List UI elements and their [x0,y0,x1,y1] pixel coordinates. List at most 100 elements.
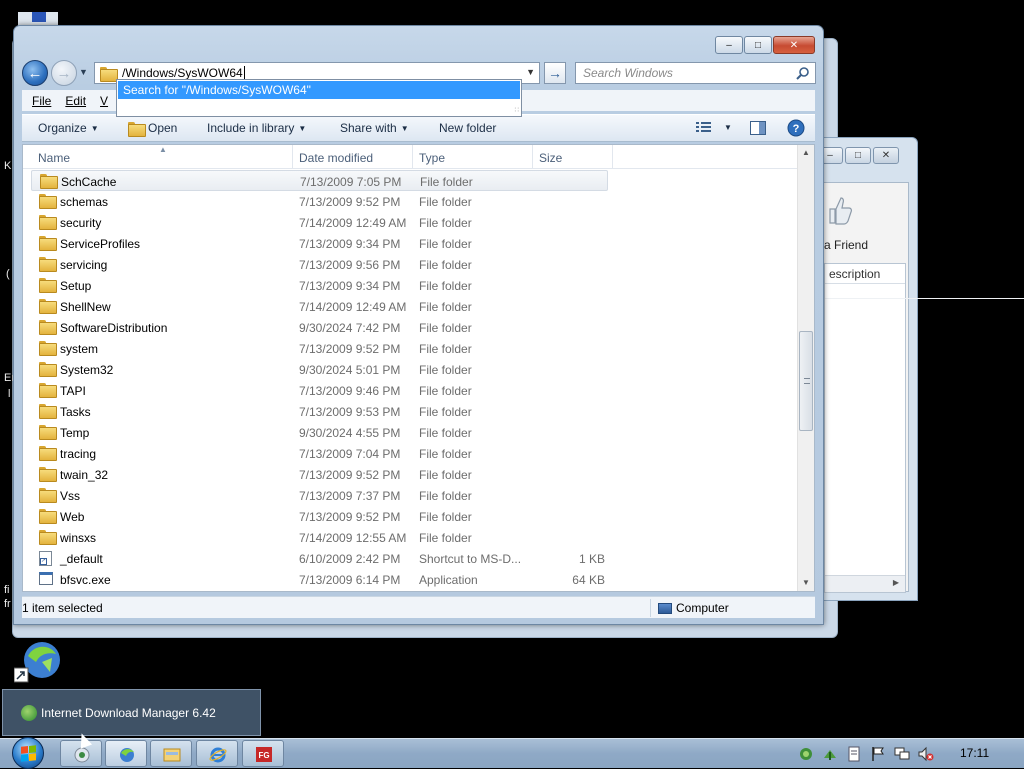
chevron-down-icon: ▼ [90,123,99,133]
application-icon [39,572,55,586]
file-row[interactable]: SchCache 7/13/2009 7:05 PM File folder [31,170,608,191]
column-type[interactable]: Type [419,151,445,165]
scroll-right-icon[interactable]: ▶ [893,578,899,587]
change-view-button[interactable]: ▼ [696,121,732,133]
file-row[interactable]: System32 9/30/2024 5:01 PM File folder [23,359,603,380]
taskbar-idm[interactable] [105,740,147,767]
suggestion-item[interactable]: Search for "/Windows/SysWOW64" [118,81,520,99]
recent-pages-dropdown-icon[interactable]: ▼ [79,67,88,77]
file-name: ServiceProfiles [60,237,141,251]
column-name[interactable]: Name [38,151,70,165]
back-button[interactable]: ← [22,60,48,86]
open-button[interactable]: Open [128,121,177,137]
file-row[interactable]: Tasks 7/13/2009 9:53 PM File folder [23,401,603,422]
file-name: ShellNew [60,300,111,314]
file-type: File folder [419,447,472,461]
network-monitor-icon[interactable] [894,746,910,762]
action-center-flag-icon[interactable] [870,746,886,762]
folder-icon [39,509,57,524]
file-row[interactable]: security 7/14/2009 12:49 AM File folder [23,212,603,233]
file-type: Shortcut to MS-D... [419,552,522,566]
search-input[interactable]: Search Windows [583,66,673,80]
minimize-icon[interactable]: – [715,36,743,54]
arrow-right-icon: → [56,64,72,82]
new-folder-button[interactable]: New folder [439,121,496,135]
file-type: File folder [419,426,472,440]
preview-pane-button[interactable] [750,121,766,135]
volume-muted-icon[interactable] [918,746,934,762]
folder-icon [39,257,57,272]
file-date-modified: 7/13/2009 7:04 PM [299,447,401,461]
file-date-modified: 7/13/2009 9:52 PM [299,195,401,209]
include-in-library-button[interactable]: Include in library ▼ [207,121,306,135]
file-row[interactable]: schemas 7/13/2009 9:52 PM File folder [23,191,603,212]
close-icon[interactable]: ✕ [873,147,899,164]
horizontal-scrollbar[interactable]: ▶ [825,575,905,592]
taskbar-clock[interactable]: 17:11 [960,746,989,760]
text-caret [243,66,245,80]
file-name: Web [60,510,85,524]
menu-view[interactable]: V [100,94,108,108]
search-box[interactable]: Search Windows [575,62,816,84]
taskbar-internet-explorer[interactable] [196,740,238,767]
taskbar-fg-app[interactable]: FG [242,740,284,767]
file-row[interactable]: Temp 9/30/2024 4:55 PM File folder [23,422,603,443]
scroll-thumb[interactable] [799,331,813,431]
close-icon[interactable]: ✕ [773,36,815,54]
maximize-icon[interactable]: □ [744,36,772,54]
file-row[interactable]: ↗ _default 6/10/2009 2:42 PM Shortcut to MS… [23,548,605,569]
file-row[interactable]: ShellNew 7/14/2009 12:49 AM File folder [23,296,603,317]
go-button[interactable]: → [544,62,566,84]
idm-icon [120,748,134,762]
command-bar: Organize ▼ Open Include in library ▼ Share… [22,114,815,142]
document-tray-icon[interactable] [846,746,862,762]
file-row[interactable]: Vss 7/13/2009 7:37 PM File folder [23,485,603,506]
file-row[interactable]: TAPI 7/13/2009 9:46 PM File folder [23,380,603,401]
file-row[interactable]: ServiceProfiles 7/13/2009 9:34 PM File fol… [23,233,603,254]
background-window[interactable]: – □ ✕ a Friend escription ▶ [812,137,1024,601]
file-name: Setup [60,279,92,293]
file-row[interactable]: servicing 7/13/2009 9:56 PM File folder [23,254,603,275]
file-row[interactable]: tracing 7/13/2009 7:04 PM File folder [23,443,603,464]
file-row[interactable]: SoftwareDistribution 9/30/2024 7:42 PM Fil… [23,317,603,338]
desktop-shortcut-icon[interactable] [14,10,62,26]
idm-desktop-icon[interactable] [14,638,62,684]
vertical-scrollbar[interactable]: ▲ ▼ [797,145,814,591]
taskbar-explorer[interactable] [150,740,192,767]
share-with-button[interactable]: Share with ▼ [340,121,409,135]
chevron-down-icon: ▼ [400,123,409,133]
folder-icon [100,66,118,82]
file-row[interactable]: system 7/13/2009 9:52 PM File folder [23,338,603,359]
preview-pane-icon [750,121,766,135]
scroll-down-icon[interactable]: ▼ [798,575,814,591]
file-row[interactable]: Setup 7/13/2009 9:34 PM File folder [23,275,603,296]
address-dropdown-icon[interactable]: ▼ [526,67,535,77]
idm-tray-icon[interactable] [822,746,838,762]
file-row[interactable]: Web 7/13/2009 9:52 PM File folder [23,506,603,527]
organize-button[interactable]: Organize ▼ [38,121,99,135]
folder-icon [39,341,57,356]
menu-edit[interactable]: Edit [65,94,86,108]
maximize-icon[interactable]: □ [845,147,871,164]
forward-button[interactable]: → [51,60,77,86]
address-input[interactable]: /Windows/SysWOW64 [122,66,243,80]
resize-grip-icon[interactable]: ∷ [515,106,519,114]
search-icon[interactable] [796,66,810,80]
description-column-header[interactable]: escription [825,264,905,284]
file-type: Application [419,573,478,587]
file-type: File folder [419,321,472,335]
help-button[interactable]: ? [787,119,805,137]
network-tray-icon[interactable] [798,746,814,762]
computer-icon [658,602,672,614]
file-date-modified: 7/14/2009 12:49 AM [299,216,407,230]
column-date-modified[interactable]: Date modified [299,151,373,165]
folder-icon [39,404,57,419]
column-size[interactable]: Size [539,151,562,165]
file-row[interactable]: bfsvc.exe 7/13/2009 6:14 PM Application 64 … [23,569,605,590]
file-row[interactable]: winsxs 7/14/2009 12:55 AM File folder [23,527,603,548]
file-row[interactable]: twain_32 7/13/2009 9:52 PM File folder [23,464,603,485]
menu-file[interactable]: File [32,94,51,108]
start-button[interactable] [7,737,45,769]
scroll-up-icon[interactable]: ▲ [798,145,814,161]
share-friend-label[interactable]: a Friend [824,238,868,252]
